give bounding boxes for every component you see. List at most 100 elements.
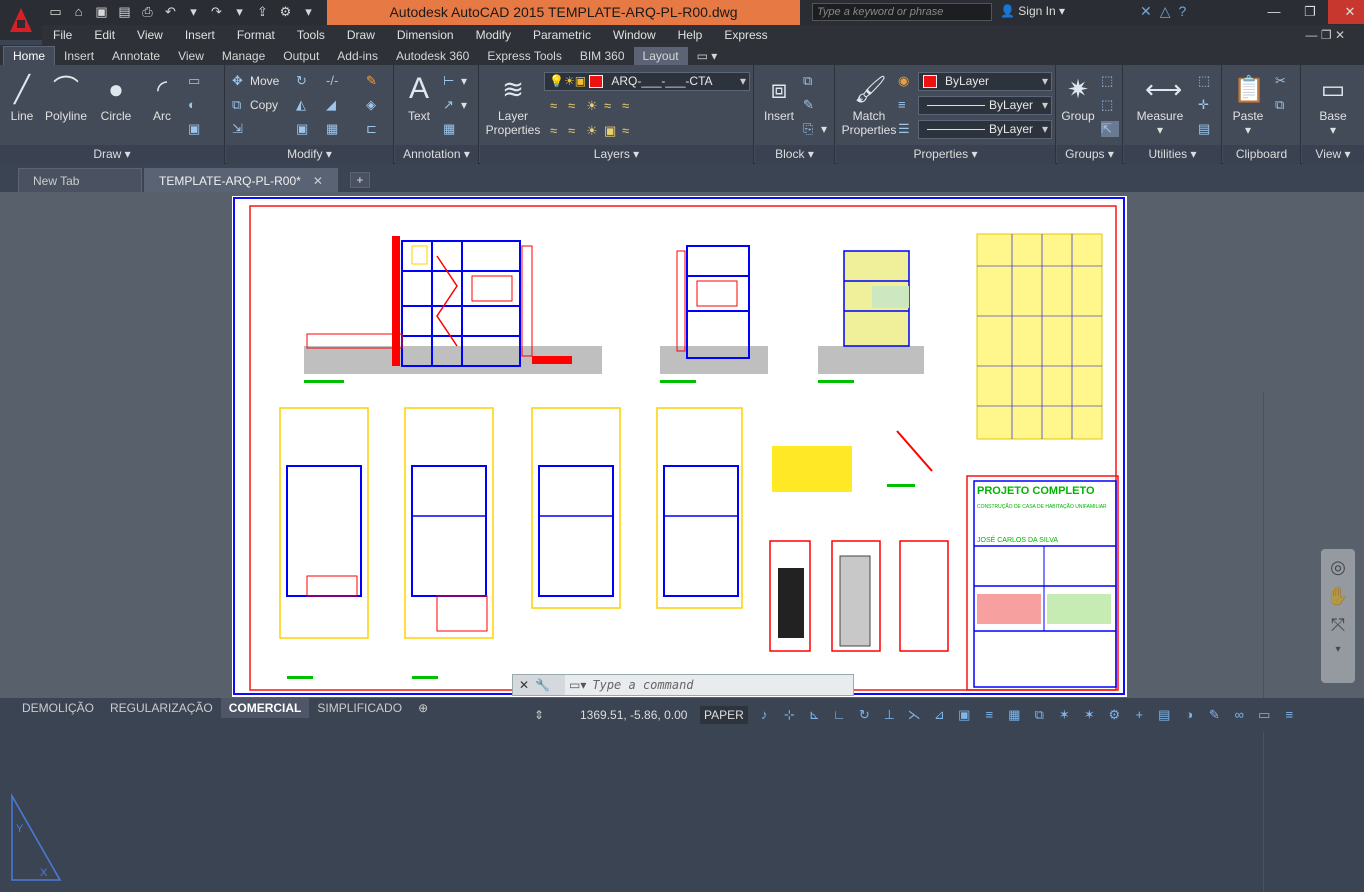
undo-dropdown-icon[interactable]: ▾ xyxy=(184,3,203,21)
leader-button[interactable]: ↗ ▾ xyxy=(443,97,467,113)
clean-screen-icon[interactable]: ▭ xyxy=(1256,707,1273,723)
arc-button[interactable]: ◜ Arc xyxy=(144,75,180,123)
quick-select-button[interactable]: ⬚ xyxy=(1198,73,1216,89)
match-properties-button[interactable]: 🖌 Match Properties xyxy=(840,75,898,137)
move-button[interactable]: ✥ Move xyxy=(232,73,279,89)
group-edit-button[interactable]: ⬚ xyxy=(1101,97,1119,113)
menu-modify[interactable]: Modify xyxy=(465,28,522,42)
drawing-canvas[interactable]: PROJETO COMPLETO CONSTRUÇÃO DE CASA DE H… xyxy=(0,192,1364,892)
menu-help[interactable]: Help xyxy=(667,28,714,42)
object-snap-icon[interactable]: ⋋ xyxy=(906,707,923,723)
fillet-button[interactable]: ◢ xyxy=(326,97,344,113)
dynamic-ucs-icon[interactable]: ⊿ xyxy=(931,707,948,723)
tab-layout[interactable]: Layout xyxy=(633,47,688,65)
layers-panel-title[interactable]: Layers ▾ xyxy=(480,145,753,164)
infer-constraints-icon[interactable]: ⊾ xyxy=(806,707,823,723)
polar-tracking-icon[interactable]: ↻ xyxy=(856,707,873,723)
menu-insert[interactable]: Insert xyxy=(174,28,226,42)
layout-tab-comercial[interactable]: COMERCIAL xyxy=(220,698,310,718)
annotation-scale-icon[interactable]: ✶ xyxy=(1081,707,1098,723)
pan-icon[interactable]: ✋ xyxy=(1321,586,1355,607)
help-icon[interactable]: ? xyxy=(1179,3,1187,20)
object-snap-tracking-icon[interactable]: ⊥ xyxy=(881,707,898,723)
plot-icon[interactable]: ⎙ xyxy=(138,3,157,21)
copy-button[interactable]: ⧉ Copy xyxy=(232,97,278,113)
menu-tools[interactable]: Tools xyxy=(286,28,336,42)
line-button[interactable]: ╱ Line xyxy=(6,75,38,123)
edit-block-button[interactable]: ✎ xyxy=(803,97,821,113)
menu-express[interactable]: Express xyxy=(713,28,778,42)
redo-dropdown-icon[interactable]: ▾ xyxy=(230,3,249,21)
minimize-button[interactable]: — xyxy=(1256,0,1292,24)
paper-space-toggle[interactable]: PAPER xyxy=(700,706,748,724)
group-button[interactable]: ✷ Group xyxy=(1059,75,1097,123)
color-dropdown[interactable]: ByLayer xyxy=(918,72,1052,91)
sign-in-button[interactable]: 👤 Sign In ▾ xyxy=(1000,4,1065,18)
application-menu-button[interactable] xyxy=(0,0,42,40)
paste-button[interactable]: 📋 Paste ▾ xyxy=(1229,75,1267,137)
draw-panel-title[interactable]: Draw ▾ xyxy=(0,145,224,164)
units-icon[interactable]: ∞ xyxy=(1231,707,1248,723)
circle-button[interactable]: ● Circle xyxy=(96,75,136,123)
annotation-visibility-icon[interactable]: ✶ xyxy=(1056,707,1073,723)
ungroup-button[interactable]: ⬚ xyxy=(1101,73,1119,89)
isolate-objects-icon[interactable]: ◑ xyxy=(1181,707,1198,723)
linetype-dropdown[interactable]: ByLayer xyxy=(918,120,1052,139)
add-tab-button[interactable]: + xyxy=(349,172,370,188)
menu-window[interactable]: Window xyxy=(602,28,667,42)
customize-qat-icon[interactable]: ▾ xyxy=(299,3,318,21)
menu-draw[interactable]: Draw xyxy=(336,28,386,42)
add-layout-icon[interactable]: ⊕ xyxy=(410,698,436,718)
rectangle-button[interactable]: ▭ xyxy=(188,73,206,89)
add-status-icon[interactable]: + xyxy=(1131,707,1148,723)
menu-edit[interactable]: Edit xyxy=(83,28,126,42)
close-tab-icon[interactable]: ✕ xyxy=(313,174,323,188)
lineweight-dropdown[interactable]: ByLayer xyxy=(918,96,1052,115)
grid-snap-icon[interactable]: ⊹ xyxy=(781,707,798,723)
hatch-button[interactable]: ◐ xyxy=(188,97,206,112)
tab-home[interactable]: Home xyxy=(3,46,56,65)
zoom-extents-icon[interactable]: ⤧ xyxy=(1321,615,1355,636)
transparency-icon[interactable]: ▦ xyxy=(1006,707,1023,723)
tab-bim-360[interactable]: BIM 360 xyxy=(571,47,634,65)
save-icon[interactable]: ▣ xyxy=(92,3,111,21)
close-command-line-icon[interactable]: ✕ xyxy=(519,678,529,692)
utilities-panel-title[interactable]: Utilities ▾ xyxy=(1124,145,1221,164)
polyline-button[interactable]: ⌒ Polyline xyxy=(42,75,90,123)
menu-dimension[interactable]: Dimension xyxy=(386,28,465,42)
exchange-icon[interactable]: ✕ xyxy=(1140,3,1152,20)
stretch-button[interactable]: ⇲ xyxy=(232,121,250,137)
navigation-bar[interactable]: ◎ ✋ ⤧ ▾ xyxy=(1321,549,1355,683)
block-attribute-button[interactable]: ⎘ ▾ xyxy=(803,121,827,137)
clipboard-panel-title[interactable]: Clipboard xyxy=(1223,145,1300,164)
menu-parametric[interactable]: Parametric xyxy=(522,28,602,42)
tab-view[interactable]: View xyxy=(169,47,213,65)
layer-tools-row-2[interactable]: ≈ ≈ ☀ ▣ ≈ xyxy=(550,123,640,139)
layout-tab-demolicao[interactable]: DEMOLIÇÃO xyxy=(14,698,102,718)
tab-current-drawing[interactable]: TEMPLATE-ARQ-PL-R00* ✕ xyxy=(144,168,338,192)
menu-view[interactable]: View xyxy=(126,28,174,42)
hardware-acceleration-icon[interactable]: ✎ xyxy=(1206,707,1223,723)
workspace-icon[interactable]: ⚙ xyxy=(276,3,295,21)
command-input[interactable]: Type a command xyxy=(586,678,693,692)
save-as-icon[interactable]: ▤ xyxy=(115,3,134,21)
dimension-button[interactable]: ⊢ ▾ xyxy=(443,73,467,89)
cut-button[interactable]: ✂ xyxy=(1275,73,1293,89)
autodesk360-icon[interactable]: △ xyxy=(1160,3,1171,20)
new-icon[interactable]: ▭ xyxy=(46,3,65,21)
scale-button[interactable]: ▣ xyxy=(296,121,314,137)
base-button[interactable]: ▭ Base ▾ xyxy=(1314,75,1352,137)
tab-add-ins[interactable]: Add-ins xyxy=(328,47,387,65)
close-button[interactable]: ✕ xyxy=(1328,0,1364,24)
offset-button[interactable]: ⊏ xyxy=(366,121,384,137)
search-input[interactable]: Type a keyword or phrase xyxy=(812,3,992,21)
layout-tab-simplificado[interactable]: SIMPLIFICADO xyxy=(309,698,410,718)
customization-icon[interactable]: ≡ xyxy=(1281,707,1298,723)
tab-new-tab[interactable]: New Tab xyxy=(18,168,142,192)
mirror-button[interactable]: ◭ xyxy=(296,97,314,113)
measure-button[interactable]: ⟷ Measure ▾ xyxy=(1134,75,1186,137)
undo-icon[interactable]: ↶ xyxy=(161,3,180,21)
selection-cycling-icon[interactable]: ⧉ xyxy=(1031,707,1048,723)
copy-clip-button[interactable]: ⧉ xyxy=(1275,97,1293,113)
steering-wheel-icon[interactable]: ◎ xyxy=(1321,557,1355,578)
